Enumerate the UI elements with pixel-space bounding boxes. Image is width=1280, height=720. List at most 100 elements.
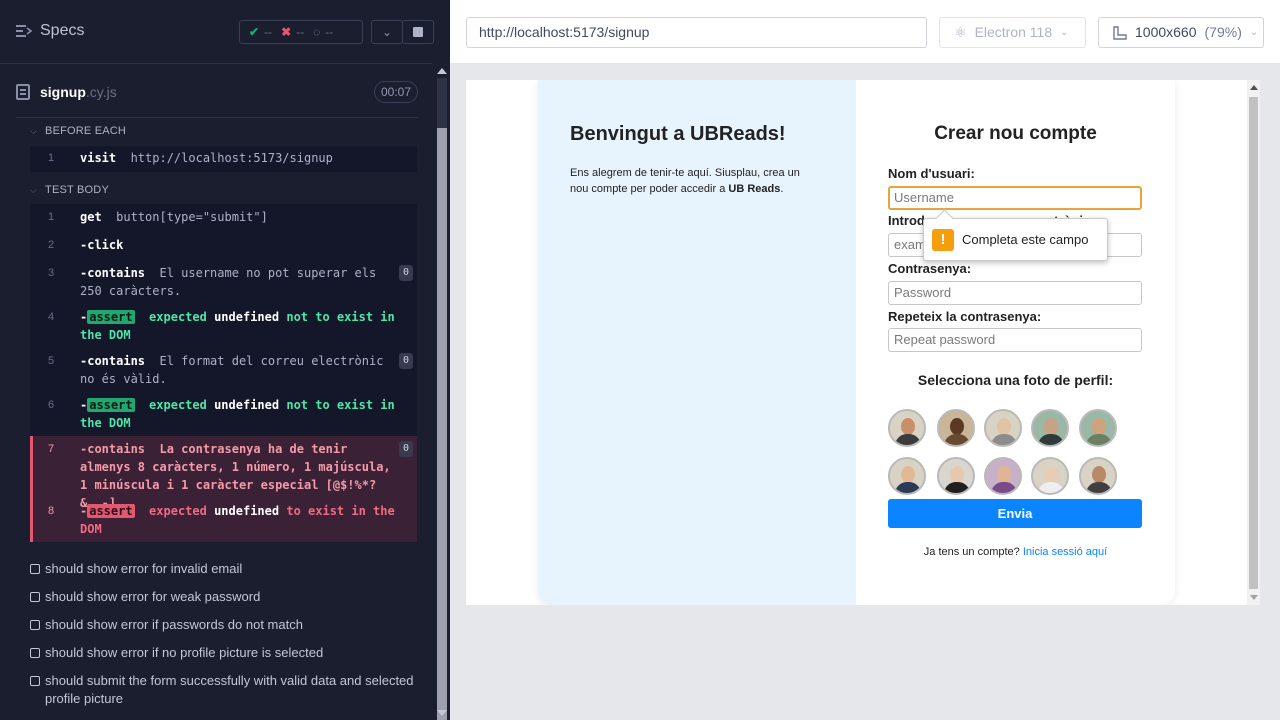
stop-icon xyxy=(412,27,423,37)
login-prompt: Ja tens un compte? Inicia sessió aquí xyxy=(856,546,1175,558)
chevron-down-icon: ⌄ xyxy=(381,25,393,39)
avatar-option[interactable] xyxy=(984,409,1022,447)
pending-test[interactable]: should show error for weak password xyxy=(30,588,425,606)
electron-icon: ⚛ xyxy=(954,24,967,40)
signup-form: Crear nou compte Nom d'usuari: Username … xyxy=(856,80,1175,605)
submit-button[interactable]: Envia xyxy=(888,499,1142,528)
file-ext-text: .cy.js xyxy=(85,84,117,100)
scroll-up-icon[interactable] xyxy=(437,68,447,74)
scroll-thumb[interactable] xyxy=(1249,97,1258,589)
command-body: get button[type="submit"] xyxy=(80,208,400,226)
collapse-button[interactable]: ⌄ xyxy=(371,20,403,44)
signup-card: Benvingut a UBReads! Ens alegrem de teni… xyxy=(538,80,1175,605)
avatar-option[interactable] xyxy=(984,457,1022,495)
password-input[interactable]: Password xyxy=(888,281,1142,305)
element-count-badge: 0 xyxy=(399,353,413,369)
viewport-selector[interactable]: 1000x660 (79%) ⌄ xyxy=(1098,17,1264,48)
command-name: get xyxy=(80,210,102,224)
command-number: 5 xyxy=(48,355,55,367)
avatar-option[interactable] xyxy=(937,457,975,495)
command-message: button[type="submit"] xyxy=(116,210,268,224)
pending-count: -- xyxy=(325,25,334,39)
command-number: 3 xyxy=(48,267,55,279)
element-count-badge: 0 xyxy=(399,265,413,281)
test-body-header[interactable]: ⌵ TEST BODY xyxy=(30,184,109,196)
assert-value: undefined xyxy=(214,398,280,412)
command-row[interactable]: 1 visit http://localhost:5173/signup xyxy=(30,149,417,169)
scroll-up-icon[interactable] xyxy=(1250,85,1258,90)
specs-list-icon xyxy=(16,25,32,37)
command-number: 2 xyxy=(48,239,55,251)
test-title: should submit the form successfully with… xyxy=(45,673,414,706)
caret-down-icon: ⌵ xyxy=(30,125,38,136)
browser-header: http://localhost:5173/signup ⚛ Electron … xyxy=(450,0,1280,64)
scroll-thumb[interactable] xyxy=(437,128,447,720)
command-body: -click xyxy=(80,236,400,254)
pending-test-icon xyxy=(30,564,40,574)
runner-scrollbar[interactable] xyxy=(434,64,450,720)
browser-selector[interactable]: ⚛ Electron 118 ⌄ xyxy=(939,17,1086,48)
command-name: -click xyxy=(80,238,124,252)
spec-file-header: signup.cy.js 00:07 xyxy=(16,70,418,118)
welcome-text-end: . xyxy=(780,183,784,195)
test-title: should show error if passwords do not ma… xyxy=(45,617,303,632)
pending-test-icon xyxy=(30,648,40,658)
login-link[interactable]: Inicia sessió aquí xyxy=(1023,546,1107,558)
command-name: -contains xyxy=(80,354,146,368)
ruler-icon xyxy=(1113,25,1127,40)
app-scrollbar[interactable] xyxy=(1247,80,1260,605)
welcome-brand: UB Reads xyxy=(728,183,781,195)
avatar-option[interactable] xyxy=(888,409,926,447)
warning-icon: ! xyxy=(932,228,954,251)
scroll-down-icon[interactable] xyxy=(1250,595,1258,600)
pending-test[interactable]: should submit the form successfully with… xyxy=(30,672,425,708)
command-number: 4 xyxy=(48,311,55,323)
username-label: Nom d'usuari: xyxy=(888,166,975,181)
pending-test-icon xyxy=(30,592,40,602)
command-number: 7 xyxy=(48,443,55,455)
file-name-text: signup xyxy=(40,84,86,100)
test-title: should show error for invalid email xyxy=(45,561,243,576)
assert-value: undefined xyxy=(214,504,280,518)
command-number: 8 xyxy=(48,505,55,517)
avatar-option[interactable] xyxy=(888,457,926,495)
test-title: should show error for weak password xyxy=(45,589,261,604)
scroll-down-icon[interactable] xyxy=(437,710,447,716)
avatar-option[interactable] xyxy=(1031,457,1069,495)
command-number: 1 xyxy=(48,211,55,223)
failed-count: -- xyxy=(296,25,305,39)
specs-label: Specs xyxy=(40,22,85,39)
avatar-option[interactable] xyxy=(1079,457,1117,495)
repeat-password-input[interactable]: Repeat password xyxy=(888,328,1142,352)
run-timer: 00:07 xyxy=(373,81,418,103)
assert-value: undefined xyxy=(214,310,280,324)
runner-panel: Specs ✔ -- ✖ -- ◌ -- ⌄ signup.cy.js 00:07 ⌵… xyxy=(0,0,450,720)
specs-button[interactable]: Specs xyxy=(16,22,84,40)
pending-test[interactable]: should show error if passwords do not ma… xyxy=(30,616,425,634)
assert-tag: assert xyxy=(87,504,135,518)
element-count-badge: 0 xyxy=(399,441,413,457)
assert-tag: assert xyxy=(87,398,135,412)
avatar-option[interactable] xyxy=(937,409,975,447)
profile-picture-title: Selecciona una foto de perfil: xyxy=(917,372,1114,388)
browser-name: Electron 118 xyxy=(974,24,1053,40)
login-prompt-text: Ja tens un compte? xyxy=(923,546,1023,558)
pending-icon: ◌ xyxy=(313,25,321,39)
username-input[interactable]: Username xyxy=(888,186,1142,210)
command-body: - assert expected undefined to exist in t… xyxy=(80,502,400,538)
pending-test[interactable]: should show error if no profile picture … xyxy=(30,644,425,662)
command-name: -contains xyxy=(80,266,146,280)
stop-button[interactable] xyxy=(402,20,434,44)
avatar-option[interactable] xyxy=(1079,409,1117,447)
runner-header: Specs ✔ -- ✖ -- ◌ -- ⌄ xyxy=(0,0,434,64)
pending-stat: ◌ -- xyxy=(313,25,333,39)
pending-test[interactable]: should show error for invalid email xyxy=(30,560,425,578)
spec-file-name[interactable]: signup.cy.js xyxy=(40,84,117,100)
command-message: http://localhost:5173/signup xyxy=(130,151,333,165)
repeat-password-label: Repeteix la contrasenya: xyxy=(888,309,1042,324)
app-frame: Benvingut a UBReads! Ens alegrem de teni… xyxy=(466,80,1260,605)
before-each-header[interactable]: ⌵ BEFORE EACH xyxy=(30,125,126,137)
url-bar[interactable]: http://localhost:5173/signup xyxy=(466,17,927,48)
command-body: -contains El format del correu electròni… xyxy=(80,352,400,388)
avatar-option[interactable] xyxy=(1031,409,1069,447)
